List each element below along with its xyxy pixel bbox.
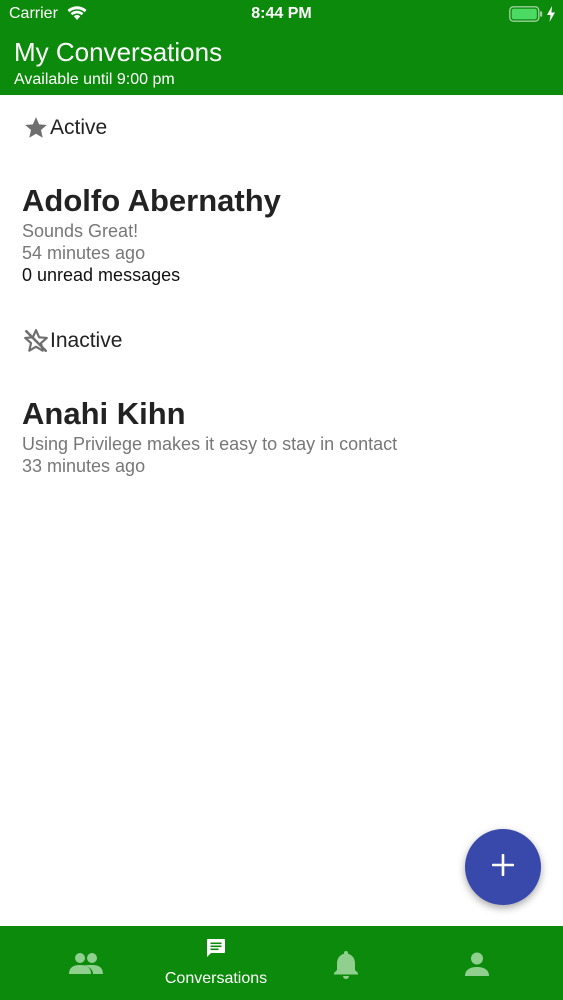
bell-icon bbox=[333, 949, 359, 984]
tab-notifications[interactable] bbox=[281, 926, 411, 1000]
new-conversation-button[interactable] bbox=[465, 829, 541, 905]
status-time: 8:44 PM bbox=[251, 5, 312, 22]
tab-conversations[interactable]: Conversations bbox=[151, 926, 281, 1000]
chat-icon bbox=[206, 938, 226, 963]
page-title: My Conversations bbox=[14, 37, 223, 67]
last-message: Using Privilege makes it easy to stay in… bbox=[22, 434, 398, 454]
availability-subtitle: Available until 9:00 pm bbox=[14, 71, 175, 88]
tab-profile[interactable] bbox=[412, 926, 542, 1000]
conversation-item-adolfo[interactable]: Adolfo Abernathy Sounds Great! 54 minute… bbox=[22, 184, 542, 286]
tab-contacts[interactable] bbox=[21, 926, 151, 1000]
unread-count: 0 unread messages bbox=[22, 265, 181, 285]
app-header: Carrier 8:44 PM My Conversations Availab… bbox=[0, 0, 563, 95]
charging-bolt-icon bbox=[546, 6, 556, 27]
section-label-inactive: Inactive bbox=[50, 329, 123, 352]
person-icon bbox=[464, 951, 490, 982]
contact-name: Adolfo Abernathy bbox=[22, 183, 281, 218]
last-message: Sounds Great! bbox=[22, 221, 139, 241]
battery-icon bbox=[509, 6, 543, 27]
people-icon bbox=[69, 951, 103, 980]
star-off-icon bbox=[23, 328, 49, 354]
message-time: 54 minutes ago bbox=[22, 243, 146, 263]
conversation-item-anahi[interactable]: Anahi Kihn Using Privilege makes it easy… bbox=[22, 397, 542, 477]
section-header-inactive: Inactive bbox=[23, 328, 122, 354]
message-time: 33 minutes ago bbox=[22, 456, 146, 476]
contact-name: Anahi Kihn bbox=[22, 396, 186, 431]
status-bar: Carrier 8:44 PM bbox=[0, 0, 563, 30]
section-label-active: Active bbox=[50, 116, 108, 139]
tab-label-conversations: Conversations bbox=[164, 970, 268, 987]
section-header-active: Active bbox=[23, 115, 107, 141]
plus-icon bbox=[491, 853, 515, 881]
star-icon bbox=[23, 115, 49, 141]
bottom-tab-bar: Conversations bbox=[0, 926, 563, 1000]
